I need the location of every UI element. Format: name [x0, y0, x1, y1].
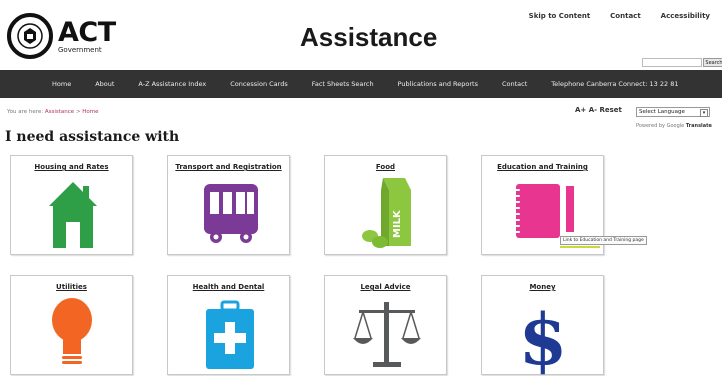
- nav-az-index[interactable]: A-Z Assistance Index: [126, 80, 218, 88]
- main-nav: Home About A-Z Assistance Index Concessi…: [0, 70, 722, 98]
- tile-health-and-dental[interactable]: Health and Dental: [167, 275, 290, 375]
- translate-link[interactable]: Translate: [686, 123, 712, 129]
- svg-text:$: $: [519, 298, 568, 376]
- milk-label: MILK: [392, 209, 403, 238]
- nav-contact[interactable]: Contact: [490, 80, 539, 88]
- scales-icon: [353, 302, 421, 367]
- dollar-icon: $: [519, 298, 568, 376]
- bus-icon: [204, 184, 258, 243]
- tile-housing-and-rates[interactable]: Housing and Rates: [10, 155, 133, 255]
- act-crest-icon: [7, 13, 53, 59]
- nav-fact-sheets-search[interactable]: Fact Sheets Search: [300, 80, 386, 88]
- logo-subtitle: Government: [58, 45, 102, 54]
- logo-name: ACT: [58, 16, 116, 48]
- skip-to-content-link[interactable]: Skip to Content: [529, 12, 591, 20]
- nav-home[interactable]: Home: [0, 80, 83, 88]
- nav-concession-cards[interactable]: Concession Cards: [218, 80, 300, 88]
- top-links: Skip to Content Contact Accessibility: [529, 12, 710, 20]
- tile-utilities[interactable]: Utilities: [10, 275, 133, 375]
- search-input[interactable]: [642, 58, 702, 67]
- contact-link[interactable]: Contact: [610, 12, 641, 20]
- breadcrumb-current: Home: [82, 109, 99, 115]
- accessibility-link[interactable]: Accessibility: [661, 12, 710, 20]
- text-size-controls[interactable]: A+ A- Reset: [575, 106, 622, 114]
- tile-money[interactable]: Money $: [481, 275, 604, 376]
- page-title: Assistance: [300, 22, 438, 52]
- section-heading: I need assistance with: [5, 129, 180, 145]
- tile-transport-and-registration[interactable]: Transport and Registration: [167, 155, 290, 255]
- tooltip: Link to Education and Training page: [560, 236, 647, 245]
- google-label: Google: [666, 123, 685, 129]
- breadcrumb-separator: >: [75, 109, 81, 115]
- milk-icon: MILK: [362, 178, 411, 248]
- search-button[interactable]: Search: [703, 58, 722, 67]
- language-select[interactable]: Select Language ▾: [636, 107, 710, 117]
- tile-food[interactable]: Food MILK: [324, 155, 447, 255]
- breadcrumb-prefix: You are here:: [7, 109, 44, 115]
- chevron-down-icon: ▾: [700, 109, 708, 117]
- house-icon: [49, 182, 97, 248]
- breadcrumb: You are here: Assistance > Home: [7, 109, 99, 115]
- nav-publications[interactable]: Publications and Reports: [386, 80, 490, 88]
- language-selected: Select Language: [639, 109, 685, 115]
- nav-about[interactable]: About: [83, 80, 126, 88]
- breadcrumb-assistance-link[interactable]: Assistance: [45, 109, 74, 115]
- nav-telephone[interactable]: Telephone Canberra Connect: 13 22 81: [539, 80, 690, 88]
- powered-by-google: Powered by Google Translate: [636, 123, 712, 129]
- first-aid-kit-icon: [206, 300, 254, 369]
- act-logo[interactable]: ACT Government: [7, 13, 116, 59]
- tile-legal-advice[interactable]: Legal Advice: [324, 275, 447, 375]
- powered-by-label: Powered by: [636, 123, 665, 129]
- lightbulb-icon: [52, 298, 92, 364]
